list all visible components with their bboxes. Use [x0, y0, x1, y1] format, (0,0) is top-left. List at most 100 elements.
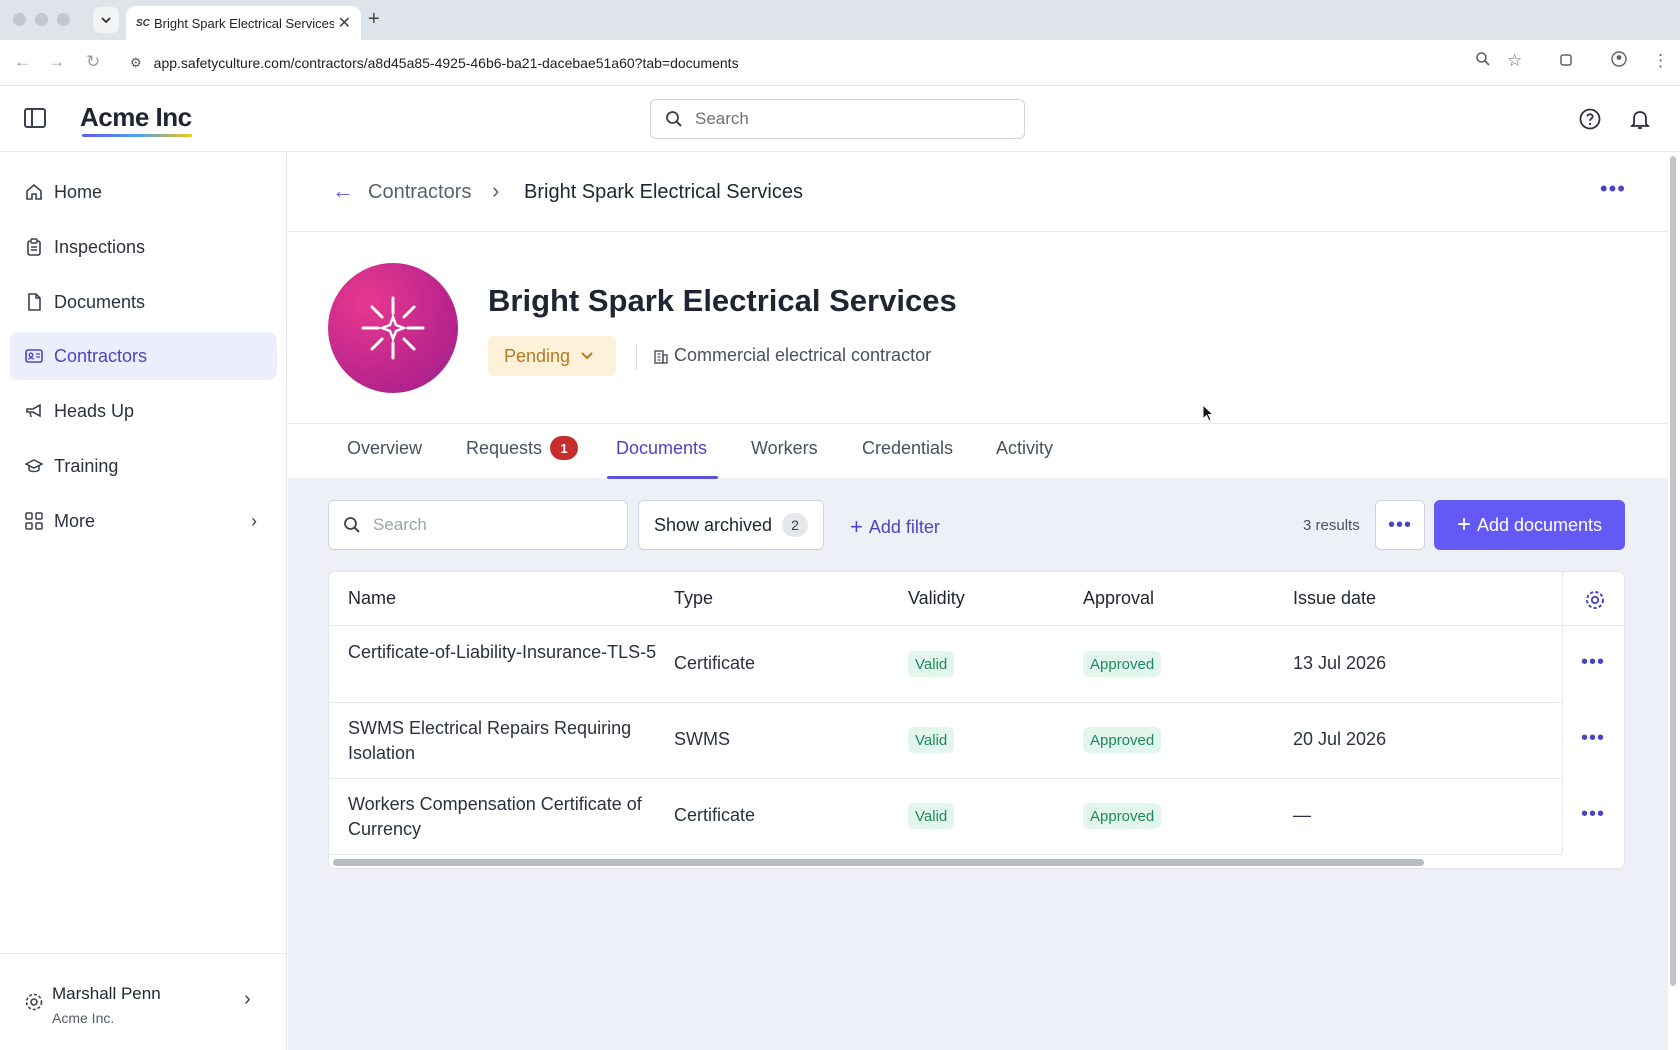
show-archived-toggle[interactable]: Show archived 2 — [638, 500, 824, 550]
building-icon — [654, 350, 668, 364]
tab-requests[interactable]: Requests 1 — [466, 436, 579, 460]
approval-badge: Approved — [1083, 727, 1162, 753]
window-close-dot[interactable] — [13, 13, 26, 26]
extensions-icon[interactable] — [1558, 51, 1574, 72]
sidebar-item-inspections[interactable]: Inspections — [10, 223, 277, 271]
tab-credentials[interactable]: Credentials — [862, 438, 953, 459]
chevron-down-icon — [101, 17, 111, 24]
sidebar-item-label: Documents — [54, 291, 146, 312]
profile-icon[interactable] — [1611, 51, 1627, 72]
add-documents-label: Add documents — [1476, 514, 1603, 535]
table-row[interactable]: SWMS Electrical Repairs Requiring Isolat… — [329, 703, 1562, 779]
sidebar-item-contractors[interactable]: Contractors — [10, 332, 277, 380]
settings-gear-icon — [25, 993, 43, 1011]
validity-badge: Valid — [908, 803, 955, 829]
status-dropdown[interactable]: Pending — [488, 336, 616, 376]
column-header-type[interactable]: Type — [674, 588, 713, 609]
issue-date: 20 Jul 2026 — [1293, 729, 1387, 749]
breadcrumb-current: Bright Spark Electrical Services — [524, 181, 803, 203]
approval-badge: Approved — [1083, 803, 1162, 829]
horizontal-scrollbar[interactable] — [333, 859, 1424, 866]
zoom-icon[interactable] — [1475, 51, 1491, 72]
main-content: ← Contractors › Bright Spark Electrical … — [288, 152, 1668, 1050]
table-row[interactable]: Workers Compensation Certificate of Curr… — [329, 779, 1562, 855]
document-name[interactable]: Workers Compensation Certificate of Curr… — [348, 792, 668, 842]
column-header-validity[interactable]: Validity — [908, 588, 965, 609]
user-name: Marshall Penn — [52, 984, 161, 1003]
sidebar-item-more[interactable]: More › — [10, 497, 277, 545]
global-search-input[interactable]: Search — [650, 99, 1025, 139]
breadcrumb-contractors-link[interactable]: Contractors — [368, 181, 471, 204]
tab-overview[interactable]: Overview — [347, 438, 422, 459]
sidebar-toggle-icon[interactable] — [24, 108, 46, 128]
document-search-input[interactable]: Search — [328, 500, 628, 550]
document-name[interactable]: Certificate-of-Liability-Insurance-TLS-5 — [348, 640, 668, 665]
window-minimize-dot[interactable] — [35, 13, 48, 26]
window-zoom-dot[interactable] — [57, 13, 70, 26]
home-icon — [24, 182, 44, 202]
document-type: Certificate — [674, 653, 756, 673]
table-row[interactable]: Certificate-of-Liability-Insurance-TLS-5… — [329, 627, 1562, 703]
back-arrow-icon[interactable]: ← — [332, 178, 354, 204]
validity-badge: Valid — [908, 651, 955, 677]
tab-activity[interactable]: Activity — [996, 438, 1053, 459]
row-more-options-icon[interactable]: ••• — [1581, 727, 1605, 750]
document-type: SWMS — [674, 729, 730, 749]
more-options-button[interactable]: ••• — [1375, 500, 1425, 550]
vertical-scrollbar[interactable] — [1670, 156, 1676, 986]
archived-count-badge: 2 — [782, 513, 809, 537]
browser-menu-icon[interactable]: ⋮ — [1652, 51, 1669, 71]
close-tab-icon[interactable]: ✕ — [338, 13, 351, 33]
search-icon — [344, 517, 360, 533]
sidebar-item-home[interactable]: Home — [10, 168, 277, 216]
app-logo[interactable]: Acme Inc — [80, 102, 192, 133]
sidebar-item-label: Heads Up — [54, 400, 135, 421]
user-menu[interactable]: Marshall Penn Acme Inc. › — [0, 953, 287, 1050]
sidebar-item-label: Contractors — [54, 345, 148, 366]
megaphone-icon — [24, 401, 44, 421]
page-more-options-icon[interactable]: ••• — [1600, 176, 1626, 202]
browser-window: SC Bright Spark Electrical Services ✕ + … — [0, 0, 1680, 1050]
tab-label: Requests — [466, 437, 543, 458]
sidebar: Home Inspections Documents Contractors H… — [0, 152, 287, 1050]
add-documents-button[interactable]: + Add documents — [1434, 500, 1625, 550]
back-icon[interactable]: ← — [14, 52, 31, 72]
column-header-approval[interactable]: Approval — [1083, 588, 1154, 609]
column-settings-gear-icon[interactable] — [1584, 589, 1606, 611]
contractor-name: Bright Spark Electrical Services — [488, 283, 957, 318]
table-header: Name Type Validity Approval Issue date — [329, 572, 1624, 626]
reload-icon[interactable]: ↻ — [86, 52, 100, 72]
sidebar-item-heads-up[interactable]: Heads Up — [10, 387, 277, 435]
browser-toolbar: ← → ↻ ⚙ app.safetyculture.com/contractor… — [0, 40, 1680, 86]
sidebar-item-training[interactable]: Training — [10, 442, 277, 490]
row-more-options-icon[interactable]: ••• — [1581, 803, 1605, 826]
column-header-issue-date[interactable]: Issue date — [1293, 588, 1376, 609]
url-text: app.safetyculture.com/contractors/a8d45a… — [153, 55, 739, 71]
row-more-options-icon[interactable]: ••• — [1581, 651, 1605, 674]
tab-workers[interactable]: Workers — [751, 438, 818, 459]
new-tab-icon[interactable]: + — [368, 8, 380, 31]
bell-icon[interactable] — [1629, 108, 1651, 130]
breadcrumb: ← Contractors › Bright Spark Electrical … — [288, 152, 1668, 232]
browser-tab-active[interactable]: SC Bright Spark Electrical Services ✕ — [126, 6, 361, 40]
help-icon[interactable] — [1579, 108, 1601, 130]
document-name[interactable]: SWMS Electrical Repairs Requiring Isolat… — [348, 716, 668, 766]
sidebar-item-label: Training — [54, 455, 119, 476]
sidebar-item-documents[interactable]: Documents — [10, 278, 277, 326]
column-header-name[interactable]: Name — [348, 588, 396, 609]
show-archived-label: Show archived — [654, 514, 773, 535]
tab-label: Credentials — [862, 438, 954, 458]
tab-label: Overview — [347, 438, 423, 458]
validity-badge: Valid — [908, 727, 955, 753]
plus-icon: + — [850, 514, 863, 539]
approval-badge: Approved — [1083, 651, 1162, 677]
bookmark-star-icon[interactable]: ☆ — [1507, 51, 1522, 71]
active-tab-indicator — [607, 476, 718, 479]
tab-documents[interactable]: Documents — [616, 438, 707, 459]
issue-date: — — [1293, 805, 1311, 825]
forward-icon[interactable]: → — [48, 52, 65, 72]
address-bar[interactable]: ⚙ app.safetyculture.com/contractors/a8d4… — [120, 46, 1552, 80]
tab-search-button[interactable] — [93, 7, 119, 33]
site-info-icon[interactable]: ⚙ — [130, 55, 142, 71]
add-filter-button[interactable]: + Add filter — [850, 514, 940, 540]
